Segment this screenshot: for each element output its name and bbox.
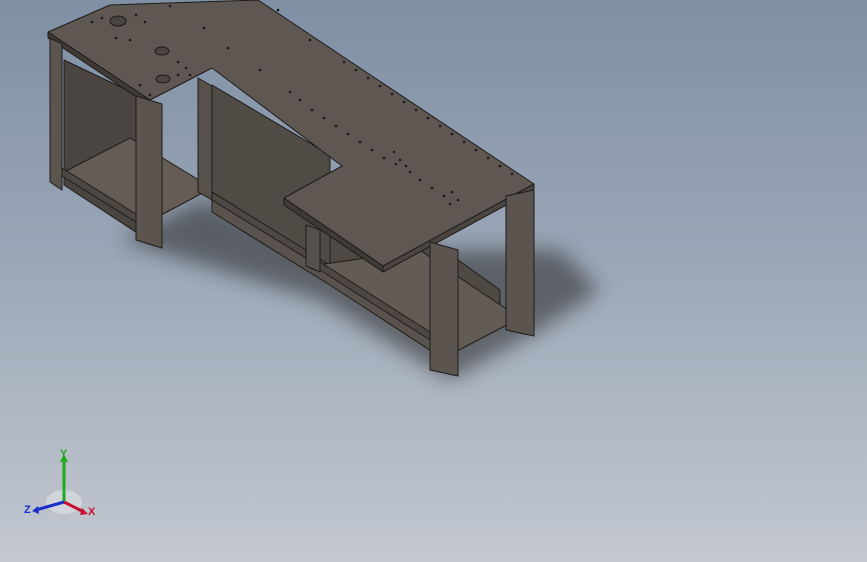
leg-back-left bbox=[49, 37, 63, 191]
leg-back-right bbox=[505, 189, 535, 337]
workbench-model[interactable] bbox=[0, 0, 867, 562]
x-axis-label: X bbox=[88, 506, 96, 518]
leg-center bbox=[305, 224, 321, 273]
z-axis-label: Z bbox=[24, 504, 31, 516]
leg-front-right bbox=[429, 241, 459, 377]
leg-inner-corner bbox=[197, 77, 213, 201]
graphics-viewport[interactable]: Y Z X bbox=[0, 0, 867, 562]
y-axis-label: Y bbox=[60, 448, 68, 460]
leg-front-left bbox=[135, 95, 163, 249]
orientation-triad: Y Z X bbox=[22, 448, 102, 524]
